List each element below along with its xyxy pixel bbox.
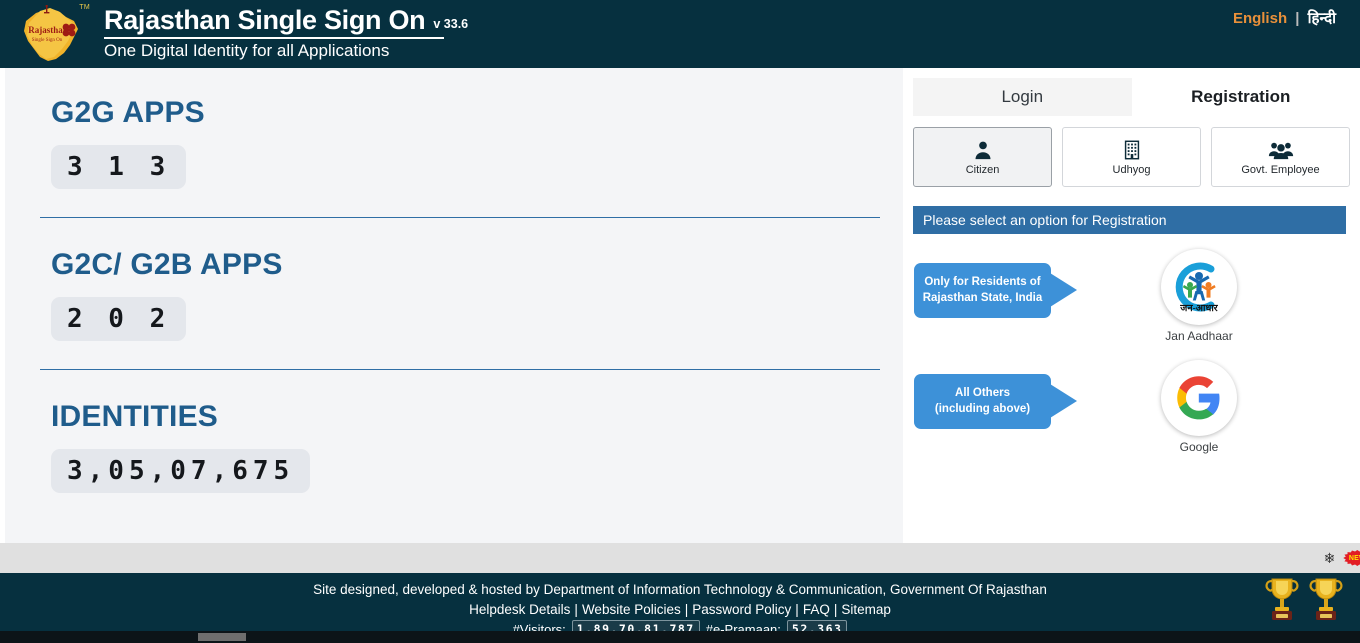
google-logo-circle	[1161, 360, 1237, 436]
stats-panel: G2G APPS 3 1 3 G2C/ G2B APPS 2 0 2 IDENT…	[5, 68, 903, 543]
option-row-google: All Others (including above) Google	[903, 360, 1360, 456]
google-logo	[1177, 376, 1220, 420]
person-icon	[974, 141, 991, 159]
stats-divider	[40, 369, 880, 370]
type-button-citizen[interactable]: Citizen	[913, 127, 1052, 187]
stat-block-g2g: G2G APPS 3 1 3	[51, 96, 875, 189]
new-badge-icon: NEW	[1343, 550, 1360, 566]
stats-divider	[40, 217, 880, 218]
stat-counter: 3 1 3	[51, 145, 187, 189]
building-icon	[1124, 140, 1139, 159]
ticker-content: ❄ NEW There is no official mo	[1324, 550, 1360, 567]
footer-link-helpdesk[interactable]: Helpdesk Details	[469, 602, 570, 617]
rajasthan-map-icon: Rajasthan Single Sign On	[24, 5, 78, 61]
language-selector: English | हिन्दी	[1233, 8, 1336, 28]
option-jan-aadhaar[interactable]: जन-आधार Jan Aadhaar	[1158, 249, 1240, 343]
footer-links: Helpdesk Details | Website Policies | Passwo…	[469, 601, 891, 617]
jan-aadhaar-caption: जन-आधार	[1179, 304, 1218, 314]
registration-panel: Login Registration Citizen Udhyog Govt. …	[903, 68, 1360, 543]
callout-line-1: All Others	[955, 386, 1010, 399]
new-badge-label: NEW	[1348, 554, 1360, 562]
stat-counter: 2 0 2	[51, 297, 187, 341]
type-label: Citizen	[965, 163, 1000, 176]
award-trophies	[1262, 575, 1346, 623]
page-footer: Site designed, developed & hosted by Dep…	[0, 573, 1360, 640]
type-label: Udhyog	[1112, 163, 1151, 176]
footer-link-password-policy[interactable]: Password Policy	[692, 602, 791, 617]
option-row-jan-aadhaar: Only for Residents of Rajasthan State, I…	[903, 249, 1360, 345]
snowflake-icon: ❄	[1323, 549, 1336, 566]
registration-type-row: Citizen Udhyog Govt. Employee	[913, 127, 1350, 187]
callout-line-1: Only for Residents of	[924, 275, 1041, 288]
type-button-govt-employee[interactable]: Govt. Employee	[1211, 127, 1350, 187]
version-label: v 33.6	[433, 17, 469, 32]
type-button-udhyog[interactable]: Udhyog	[1062, 127, 1201, 187]
svg-text:Single Sign On: Single Sign On	[32, 38, 63, 43]
footer-link-sitemap[interactable]: Sitemap	[841, 602, 891, 617]
footer-credit: Site designed, developed & hosted by Dep…	[313, 582, 1047, 597]
stat-label: IDENTITIES	[51, 400, 219, 433]
jan-aadhaar-logo-circle: जन-आधार	[1161, 249, 1237, 325]
title-underline	[104, 37, 444, 40]
stat-label: G2G APPS	[51, 96, 205, 129]
page-header: Rajasthan Single Sign On TM Rajasthan Si…	[0, 0, 1360, 68]
auth-tabs: Login Registration	[913, 78, 1350, 116]
os-taskbar-segment[interactable]	[198, 633, 246, 641]
stat-label: G2C/ G2B APPS	[51, 248, 283, 281]
stat-block-identities: IDENTITIES 3,05,07,675	[51, 400, 875, 493]
page-subtitle: One Digital Identity for all Application…	[104, 41, 390, 61]
callout-line-2: Rajasthan State, India	[922, 291, 1043, 304]
type-label: Govt. Employee	[1241, 163, 1320, 176]
trophy-icon	[1309, 578, 1343, 620]
news-ticker[interactable]: ❄ NEW There is no official mo	[0, 543, 1360, 573]
callout-jan-aadhaar[interactable]: Only for Residents of Rajasthan State, I…	[914, 263, 1077, 318]
option-label: Google	[1179, 440, 1219, 454]
option-google[interactable]: Google	[1158, 360, 1240, 454]
main-content: G2G APPS 3 1 3 G2C/ G2B APPS 2 0 2 IDENT…	[0, 68, 1360, 543]
stat-counter: 3,05,07,675	[51, 449, 311, 493]
header-title-block: Rajasthan Single Sign On v 33.6 One Digi…	[104, 6, 468, 62]
rajasthan-sso-logo: Rajasthan Single Sign On TM	[8, 1, 96, 67]
tab-login[interactable]: Login	[913, 78, 1132, 116]
footer-link-website-policies[interactable]: Website Policies	[582, 602, 681, 617]
language-hindi[interactable]: हिन्दी	[1308, 10, 1336, 27]
page-title: Rajasthan Single Sign On	[104, 5, 426, 36]
jan-aadhaar-logo: जन-आधार	[1175, 262, 1219, 314]
selection-banner: Please select an option for Registration	[913, 206, 1346, 234]
os-taskbar-strip	[0, 631, 1360, 643]
callout-line-2: (including above)	[934, 402, 1031, 415]
callout-google[interactable]: All Others (including above)	[914, 374, 1077, 429]
footer-link-faq[interactable]: FAQ	[803, 602, 830, 617]
trophy-icon	[1265, 578, 1299, 620]
tab-registration[interactable]: Registration	[1131, 78, 1350, 116]
trademark-mark: TM	[79, 4, 90, 11]
language-english[interactable]: English	[1233, 10, 1287, 27]
stat-block-g2c-g2b: G2C/ G2B APPS 2 0 2	[51, 248, 875, 341]
group-icon	[1268, 142, 1293, 159]
language-separator: |	[1295, 10, 1300, 27]
option-label: Jan Aadhaar	[1165, 329, 1233, 343]
svg-text:Rajasthan: Rajasthan	[28, 25, 68, 35]
